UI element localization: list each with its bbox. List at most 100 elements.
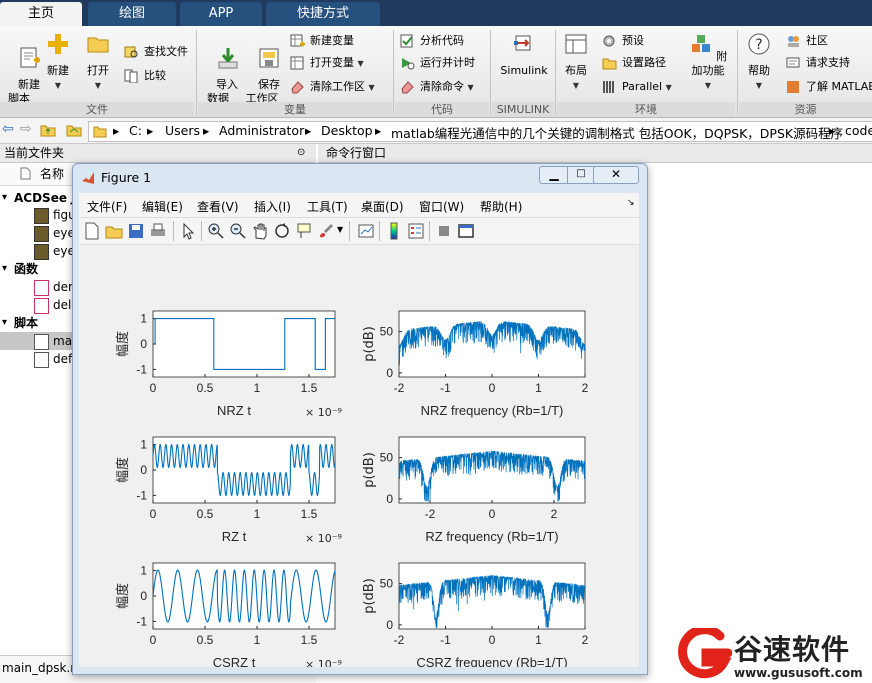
simulink-button[interactable]: Simulink	[496, 32, 552, 78]
tab-home[interactable]: 主页	[0, 2, 82, 26]
list-item[interactable]: del	[53, 296, 71, 314]
analyze-code-button[interactable]: 分析代码	[398, 31, 464, 51]
menu-view[interactable]: 查看(V)	[197, 198, 239, 215]
tab-plots[interactable]: 绘图	[88, 2, 176, 26]
save-icon[interactable]	[127, 222, 145, 240]
x-tick-label: 1	[254, 507, 261, 521]
new-figure-icon[interactable]	[83, 222, 101, 240]
divider	[196, 30, 197, 116]
divider	[349, 221, 350, 241]
colorbar-icon[interactable]	[385, 222, 403, 240]
breadcrumb-users[interactable]: Users	[165, 123, 200, 138]
x-tick-label: 0	[489, 507, 496, 521]
chevron-down-icon[interactable]: ▼	[337, 225, 343, 234]
parallel-icon	[603, 81, 614, 93]
x-tick-label: 0.5	[197, 381, 214, 395]
x-exponent-label: × 10⁻⁹	[305, 406, 342, 419]
layout-button[interactable]: 布局 ▼	[560, 32, 592, 93]
command-window-title: 命令行窗口	[326, 146, 387, 160]
compare-icon	[124, 69, 138, 83]
find-files-button[interactable]: 查找文件	[122, 42, 188, 62]
rotate-3d-icon[interactable]	[273, 222, 291, 240]
x-tick-label: -2	[394, 381, 405, 395]
compare-button[interactable]: 比较	[122, 66, 166, 86]
svg-text:?: ?	[755, 37, 762, 53]
zoom-out-icon[interactable]	[229, 222, 247, 240]
tab-apps[interactable]: APP	[180, 2, 262, 26]
data-cursor-icon[interactable]	[295, 222, 313, 240]
collapse-icon[interactable]: ▾	[2, 314, 7, 332]
divider	[379, 221, 380, 241]
axes-4: -2 0 2 0 50 RZ frequency (Rb=1/T) p(dB)	[362, 436, 586, 544]
menu-desktop[interactable]: 桌面(D)	[361, 198, 404, 215]
breadcrumb-project-folder[interactable]: matlab编程光通信中的几个关键的调制格式 包括OOK，DQPSK，DPSK源…	[391, 123, 843, 142]
run-and-time-button[interactable]: 运行并计时	[398, 53, 475, 73]
show-tools-icon[interactable]	[457, 222, 475, 240]
dock-icon[interactable]: ↘	[627, 198, 635, 208]
forward-arrow-icon[interactable]: ⇨	[20, 121, 32, 137]
minimize-button[interactable]: ▁	[539, 166, 569, 184]
menu-tools[interactable]: 工具(T)	[307, 198, 348, 215]
cubes-icon	[691, 35, 710, 52]
breadcrumb-code[interactable]: code	[845, 123, 872, 138]
jpg-file-icon	[34, 208, 49, 224]
open-button[interactable]: 打开 ▼	[82, 32, 114, 93]
path-field[interactable]: ▸ C: ▸ Users ▸ Administrator ▸ Desktop ▸…	[88, 121, 872, 142]
x-axis-label: CSRZ frequency (Rb=1/T)	[416, 655, 567, 667]
community-button[interactable]: 社区	[784, 31, 828, 51]
open-file-icon[interactable]	[105, 222, 123, 240]
list-item[interactable]: ma	[53, 332, 72, 350]
maximize-button[interactable]: □	[567, 166, 595, 184]
open-variable-button[interactable]: 打开变量 ▼	[288, 53, 364, 73]
new-variable-button[interactable]: 新建变量	[288, 31, 354, 51]
brush-icon[interactable]	[317, 222, 335, 240]
column-name[interactable]: 名称	[40, 165, 64, 183]
help-button[interactable]: ? 帮助 ▼	[742, 32, 776, 93]
breadcrumb-administrator[interactable]: Administrator	[219, 123, 304, 138]
clear-commands-button[interactable]: 清除命令 ▼	[398, 77, 474, 97]
folder-icon	[87, 37, 109, 53]
menu-file[interactable]: 文件(F)	[87, 198, 127, 215]
plot-canvas: 0 0.5 1 1.5-101NRZ t × 10⁻⁹幅度-2 -1 0 1 2050NRZ f…	[115, 310, 589, 667]
menu-window[interactable]: 窗口(W)	[419, 198, 464, 215]
x-tick-label: 1	[254, 381, 261, 395]
x-tick-label: 0.5	[197, 633, 214, 647]
watermark: 谷速软件 www.gususoft.com	[672, 628, 872, 682]
up-folder-icon[interactable]	[40, 123, 56, 137]
menu-edit[interactable]: 编辑(E)	[142, 198, 183, 215]
legend-icon[interactable]	[407, 222, 425, 240]
zoom-in-icon[interactable]	[207, 222, 225, 240]
collapse-icon[interactable]: ▾	[2, 189, 7, 207]
ribbon-tab-bar: 主页 绘图 APP 快捷方式	[0, 0, 872, 26]
breadcrumb-drive[interactable]: C:	[129, 123, 142, 138]
menu-insert[interactable]: 插入(I)	[254, 198, 291, 215]
browse-folder-icon[interactable]	[66, 123, 82, 137]
clear-workspace-button[interactable]: 清除工作区 ▼	[288, 77, 375, 97]
tab-shortcuts[interactable]: 快捷方式	[266, 2, 380, 26]
pointer-icon[interactable]	[179, 222, 197, 240]
figure-window[interactable]: Figure 1 ▁ □ ✕ 文件(F) 编辑(E) 查看(V) 插入(I) 工…	[72, 163, 648, 675]
breadcrumb-desktop[interactable]: Desktop	[321, 123, 373, 138]
panel-menu-icon[interactable]: ⊙	[297, 144, 305, 162]
new-button[interactable]: 新建 ▼	[42, 32, 74, 93]
parallel-button[interactable]: Parallel ▼	[600, 77, 672, 97]
addons-button[interactable]: 附加功能 ▼	[684, 32, 732, 93]
link-plot-icon[interactable]	[357, 222, 375, 240]
print-icon[interactable]	[149, 222, 167, 240]
path-separator: ▸	[829, 123, 836, 138]
list-item[interactable]: def	[53, 350, 72, 368]
set-path-button[interactable]: 设置路径	[600, 53, 666, 73]
menu-help[interactable]: 帮助(H)	[480, 198, 522, 215]
list-item[interactable]: der	[53, 278, 73, 296]
chevron-down-icon: ▼	[368, 83, 375, 92]
collapse-icon[interactable]: ▾	[2, 260, 7, 278]
x-tick-label: 1.5	[301, 633, 318, 647]
axes-2: -2 -1 0 1 2 0 50 NRZ frequency (Rb=1/T) p(dB)	[362, 310, 589, 418]
request-support-button[interactable]: 请求支持	[784, 53, 850, 73]
preferences-button[interactable]: 预设	[600, 31, 644, 51]
pan-hand-icon[interactable]	[251, 222, 269, 240]
back-arrow-icon[interactable]: ⇦	[2, 121, 14, 137]
learn-matlab-button[interactable]: 了解 MATLAB	[784, 77, 872, 97]
hide-tools-icon[interactable]	[435, 222, 453, 240]
close-button[interactable]: ✕	[593, 166, 639, 184]
